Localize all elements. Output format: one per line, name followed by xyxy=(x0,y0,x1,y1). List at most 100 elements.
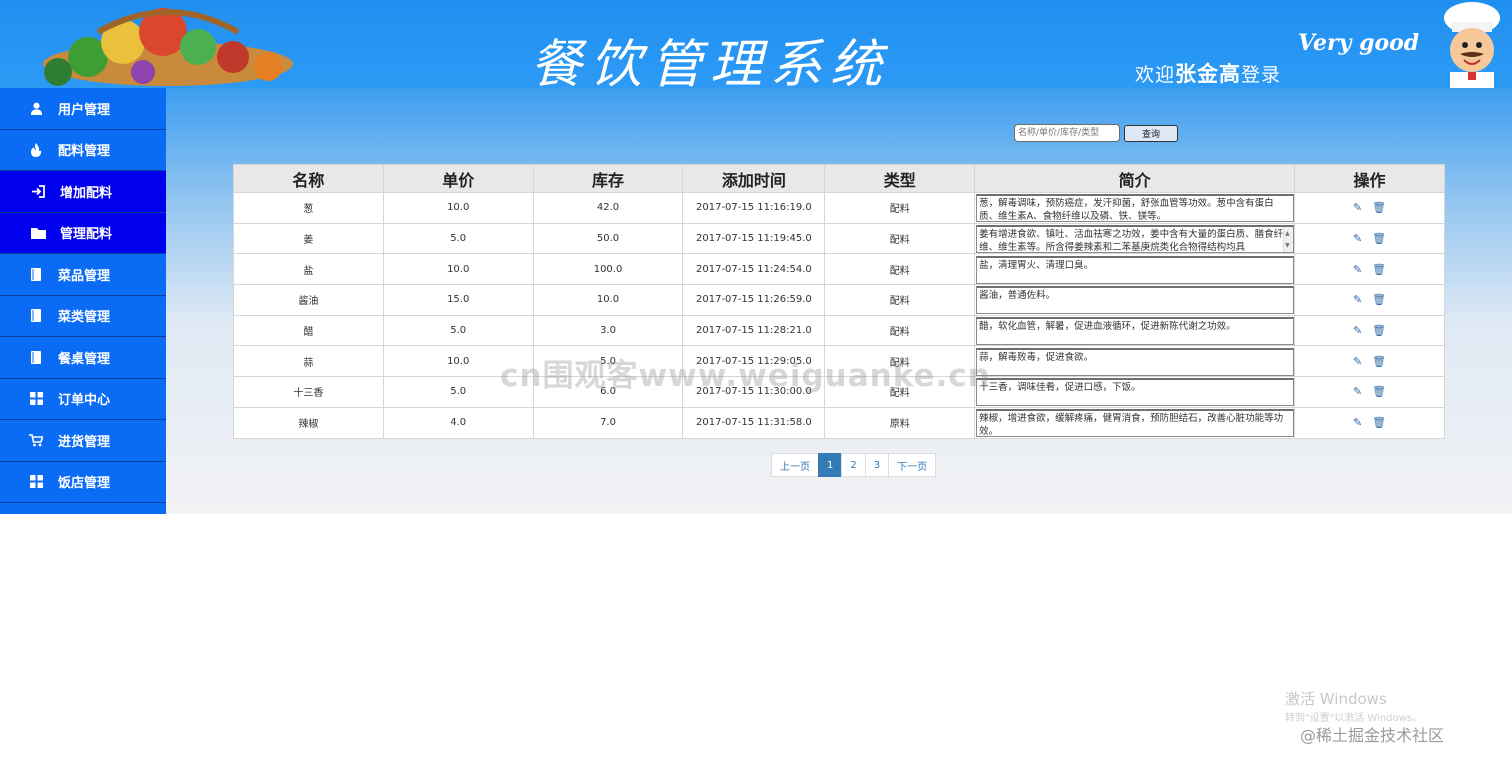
search-input[interactable] xyxy=(1014,124,1120,142)
sidebar-item-ingredient-management[interactable]: 配料管理 xyxy=(0,130,166,171)
sidebar-item-dish-category-management[interactable]: 菜类管理 xyxy=(0,296,166,337)
desc-textarea[interactable]: 盐，清理胃火、清理口臭。 xyxy=(976,255,1295,284)
cell-name: 葱 xyxy=(233,192,384,224)
sidebar-item-label: 餐桌管理 xyxy=(58,351,111,367)
cell-type: 配料 xyxy=(824,284,976,316)
cell-stock: 50.0 xyxy=(532,222,684,255)
cell-name: 辣椒 xyxy=(233,406,384,439)
column-header-desc: 简介 xyxy=(974,164,1296,193)
sidebar-item-label: 增加配料 xyxy=(60,185,113,201)
cell-time: 2017-07-15 11:16:19.0 xyxy=(682,192,826,224)
edit-pencil-icon[interactable]: ✎ xyxy=(1353,385,1362,398)
sidebar-item-dish-management[interactable]: 菜品管理 xyxy=(0,254,166,296)
delete-trash-icon[interactable]: 🗑 xyxy=(1372,232,1386,245)
prev-page-button[interactable]: 上一页 xyxy=(771,453,819,477)
desc-textarea[interactable]: 蒜，解毒败毒，促进食欲。 xyxy=(976,347,1295,376)
page-button-1[interactable]: 1 xyxy=(818,453,843,477)
system-title: 餐饮管理系统 xyxy=(530,35,891,88)
cell-price: 10.0 xyxy=(382,253,534,286)
pagination: 上一页 1 2 3 下一页 xyxy=(771,453,937,477)
search-button[interactable]: 查询 xyxy=(1124,125,1178,142)
cell-actions: ✎ 🗑 xyxy=(1294,192,1445,224)
cell-type: 配料 xyxy=(824,222,976,255)
cell-stock: 7.0 xyxy=(532,406,684,439)
cell-price: 5.0 xyxy=(382,314,534,347)
delete-trash-icon[interactable]: 🗑 xyxy=(1372,201,1386,214)
sidebar-item-label: 用户管理 xyxy=(58,102,111,118)
cell-desc: 姜有增进食欲、镇吐、活血祛寒之功效，姜中含有大量的蛋白质、膳食纤维、维生素等。所… xyxy=(974,222,1296,255)
edit-pencil-icon[interactable]: ✎ xyxy=(1353,416,1362,429)
cell-desc: 盐，清理胃火、清理口臭。 xyxy=(974,253,1296,286)
folder-icon xyxy=(30,225,46,241)
cell-desc: 葱，解毒调味，预防癌症，发汗抑菌，舒张血管等功效。葱中含有蛋白质、维生素A、食物… xyxy=(974,192,1296,224)
welcome-prefix: 欢迎 xyxy=(1135,64,1176,86)
cell-actions: ✎ 🗑 xyxy=(1294,284,1445,316)
vegetable-basket-illustration xyxy=(43,8,293,86)
desc-textarea[interactable]: 葱，解毒调味，预防癌症，发汗抑菌，舒张血管等功效。葱中含有蛋白质、维生素A、食物… xyxy=(976,194,1295,223)
edit-pencil-icon[interactable]: ✎ xyxy=(1353,293,1362,306)
table-row: 姜 5.0 50.0 2017-07-15 11:19:45.0 配料 姜有增进… xyxy=(233,222,1445,255)
ingredient-table: 名称 单价 库存 添加时间 类型 简介 操作 葱 10.0 42.0 2017-… xyxy=(233,164,1445,439)
edit-pencil-icon[interactable]: ✎ xyxy=(1353,232,1362,245)
cell-actions: ✎ 🗑 xyxy=(1294,345,1445,378)
edit-pencil-icon[interactable]: ✎ xyxy=(1353,324,1362,337)
sidebar-item-add-ingredient[interactable]: 增加配料 xyxy=(0,171,166,213)
next-page-button[interactable]: 下一页 xyxy=(888,453,937,477)
column-header-actions: 操作 xyxy=(1294,164,1445,193)
delete-trash-icon[interactable]: 🗑 xyxy=(1372,355,1386,368)
cell-name: 酱油 xyxy=(233,284,384,316)
cell-stock: 10.0 xyxy=(532,284,684,316)
book-icon xyxy=(28,266,44,282)
desc-textarea[interactable]: 酱油，普通佐料。 xyxy=(976,286,1295,315)
page-button-2[interactable]: 2 xyxy=(841,453,866,477)
sidebar-item-label: 菜品管理 xyxy=(58,268,111,284)
cell-desc: 酱油，普通佐料。 xyxy=(974,284,1296,316)
delete-trash-icon[interactable]: 🗑 xyxy=(1372,293,1386,306)
sidebar-item-label: 进货管理 xyxy=(58,434,111,450)
welcome-suffix: 登录 xyxy=(1241,64,1282,86)
cell-actions: ✎ 🗑 xyxy=(1294,406,1445,439)
sidebar-item-label: 菜类管理 xyxy=(58,310,111,326)
cell-stock: 3.0 xyxy=(532,314,684,347)
sidebar-item-purchase-management[interactable]: 进货管理 xyxy=(0,420,166,462)
cell-time: 2017-07-15 11:24:54.0 xyxy=(682,253,826,286)
delete-trash-icon[interactable]: 🗑 xyxy=(1372,263,1386,276)
column-header-time: 添加时间 xyxy=(682,164,826,193)
edit-pencil-icon[interactable]: ✎ xyxy=(1353,355,1362,368)
desc-textarea[interactable]: 十三香，调味佳肴，促进口感，下饭。 xyxy=(976,378,1295,407)
delete-trash-icon[interactable]: 🗑 xyxy=(1372,324,1386,337)
table-row: 葱 10.0 42.0 2017-07-15 11:16:19.0 配料 葱，解… xyxy=(233,192,1445,224)
edit-pencil-icon[interactable]: ✎ xyxy=(1353,263,1362,276)
cell-actions: ✎ 🗑 xyxy=(1294,222,1445,255)
column-header-name: 名称 xyxy=(233,164,384,193)
desc-textarea[interactable]: 醋，软化血管，解暑，促进血液循环，促进新陈代谢之功效。 xyxy=(976,317,1295,346)
sidebar-item-table-management[interactable]: 餐桌管理 xyxy=(0,337,166,379)
page-button-3[interactable]: 3 xyxy=(864,453,890,477)
sidebar-nav: 用户管理 配料管理 增加配料 管理配料 菜品管理 菜类管理 餐桌管理 订单中心 … xyxy=(0,88,166,514)
fire-icon xyxy=(28,142,44,158)
table-row: 酱油 15.0 10.0 2017-07-15 11:26:59.0 配料 酱油… xyxy=(233,284,1445,316)
column-header-price: 单价 xyxy=(382,164,534,193)
cell-time: 2017-07-15 11:26:59.0 xyxy=(682,284,826,316)
windows-activation-title: 激活 Windows xyxy=(1285,690,1387,708)
sidebar-item-order-center[interactable]: 订单中心 xyxy=(0,379,166,420)
cell-price: 15.0 xyxy=(382,284,534,316)
cell-time: 2017-07-15 11:31:58.0 xyxy=(682,406,826,439)
column-header-type: 类型 xyxy=(824,164,976,193)
delete-trash-icon[interactable]: 🗑 xyxy=(1372,385,1386,398)
sidebar-item-user-management[interactable]: 用户管理 xyxy=(0,88,166,130)
cell-time: 2017-07-15 11:28:21.0 xyxy=(682,314,826,347)
sidebar-item-restaurant-management[interactable]: 饭店管理 xyxy=(0,462,166,503)
cell-actions: ✎ 🗑 xyxy=(1294,253,1445,286)
desc-textarea[interactable]: 辣椒，增进食欲，缓解疼痛，健胃消食，预防胆结石，改善心脏功能等功效。 xyxy=(976,409,1295,438)
cell-stock: 100.0 xyxy=(532,253,684,286)
juejin-watermark: @稀土掘金技术社区 xyxy=(1300,726,1445,745)
delete-trash-icon[interactable]: 🗑 xyxy=(1372,416,1386,429)
edit-pencil-icon[interactable]: ✎ xyxy=(1353,201,1362,214)
cell-desc: 醋，软化血管，解暑，促进血液循环，促进新陈代谢之功效。 xyxy=(974,314,1296,347)
desc-textarea[interactable]: 姜有增进食欲、镇吐、活血祛寒之功效，姜中含有大量的蛋白质、膳食纤维、维生素等。所… xyxy=(976,225,1295,254)
cell-desc: 十三香，调味佳肴，促进口感，下饭。 xyxy=(974,376,1296,408)
cell-type: 配料 xyxy=(824,314,976,347)
textarea-scrollbar[interactable] xyxy=(1283,227,1294,253)
sidebar-item-manage-ingredient[interactable]: 管理配料 xyxy=(0,212,166,254)
